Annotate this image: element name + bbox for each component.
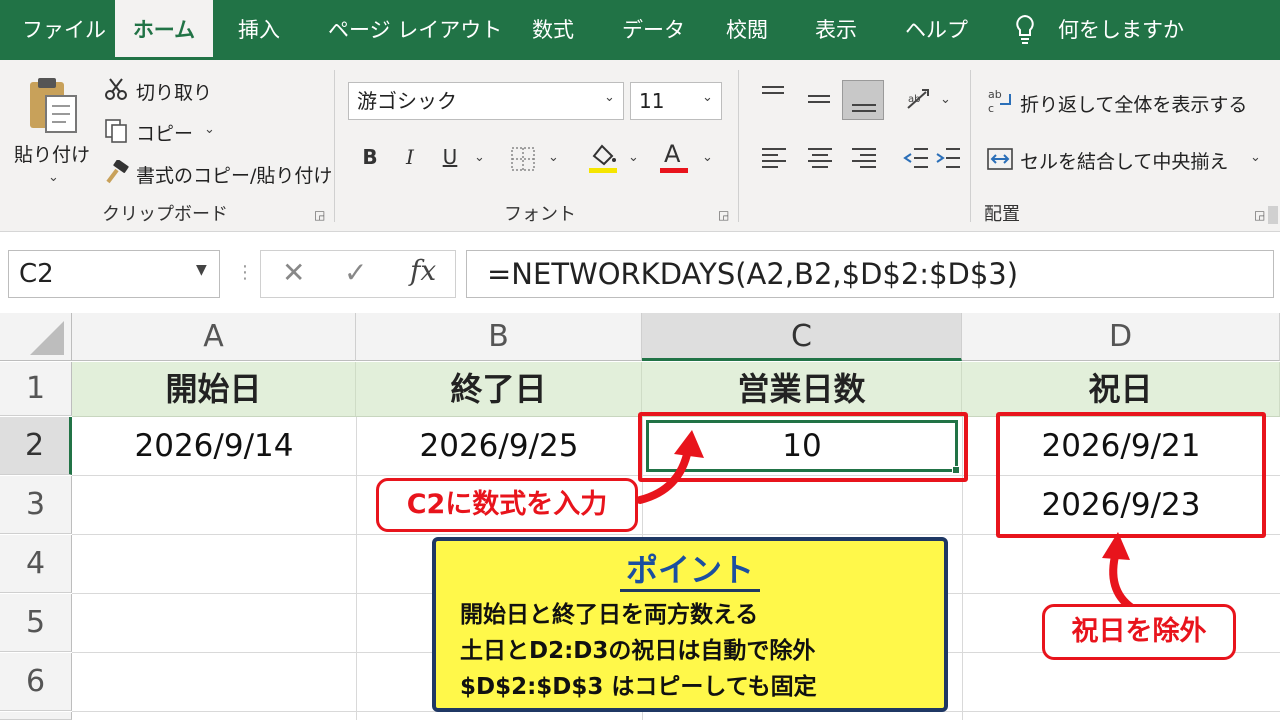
- ribbon-tab-bar: ファイル ホーム 挿入 ページ レイアウト 数式 データ 校閲 表示 ヘルプ 何…: [0, 0, 1280, 60]
- tab-review[interactable]: 校閲: [726, 0, 768, 60]
- cell-c1[interactable]: 営業日数: [642, 362, 962, 416]
- formula-input[interactable]: =NETWORKDAYS(A2,B2,$D$2:$D$3): [466, 250, 1274, 298]
- row-header-2[interactable]: 2: [0, 417, 72, 475]
- font-name-dropdown-icon[interactable]: ⌄: [604, 90, 615, 105]
- bold-button[interactable]: B: [358, 145, 382, 169]
- column-header-b[interactable]: B: [356, 313, 642, 361]
- tab-formulas[interactable]: 数式: [532, 0, 574, 60]
- point-title: ポイント: [619, 551, 760, 592]
- cell-d1[interactable]: 祝日: [962, 362, 1280, 416]
- scissors-icon: [104, 77, 128, 105]
- tab-home[interactable]: ホーム: [115, 0, 213, 60]
- paste-dropdown-icon[interactable]: ⌄: [48, 170, 59, 185]
- confirm-entry-icon[interactable]: ✓: [344, 256, 367, 289]
- cut-button[interactable]: 切り取り: [136, 78, 212, 105]
- name-box-dropdown-icon[interactable]: ▼: [196, 262, 207, 278]
- fill-color-dropdown-icon[interactable]: ⌄: [628, 150, 639, 165]
- row-header-3[interactable]: 3: [0, 476, 72, 534]
- merge-center-button[interactable]: セルを結合して中央揃え: [1020, 147, 1228, 174]
- tab-view[interactable]: 表示: [815, 0, 857, 60]
- cell-a1[interactable]: 開始日: [72, 362, 356, 416]
- decrease-indent-icon[interactable]: [902, 146, 930, 174]
- font-color-dropdown-icon[interactable]: ⌄: [702, 150, 713, 165]
- ribbon-scrollbar[interactable]: [1268, 206, 1278, 224]
- copy-dropdown-icon[interactable]: ⌄: [204, 122, 215, 137]
- row-header-5[interactable]: 5: [0, 594, 72, 652]
- select-all-button[interactable]: [0, 313, 72, 361]
- increase-indent-icon[interactable]: [934, 146, 962, 174]
- align-right-icon[interactable]: [850, 146, 878, 174]
- font-launcher-icon[interactable]: ◲: [718, 208, 729, 222]
- ribbon-separator: [738, 70, 739, 222]
- row-header-1[interactable]: 1: [0, 362, 72, 416]
- align-center-icon[interactable]: [806, 146, 834, 174]
- alignment-group-title: 配置: [984, 204, 1020, 225]
- align-top-icon[interactable]: [760, 84, 786, 108]
- c2-callout-label: C2に数式を入力: [376, 478, 638, 532]
- point-title-wrap: ポイント: [436, 545, 944, 592]
- cell-a2[interactable]: 2026/9/14: [72, 417, 356, 475]
- merge-center-icon[interactable]: [986, 146, 1014, 176]
- ribbon-separator: [970, 70, 971, 222]
- svg-text:ab: ab: [908, 94, 920, 105]
- copy-icon: [104, 118, 128, 148]
- alignment-launcher-icon[interactable]: ◲: [1254, 208, 1265, 222]
- row-header-6[interactable]: 6: [0, 653, 72, 711]
- italic-button[interactable]: I: [398, 145, 422, 169]
- font-size-dropdown-icon[interactable]: ⌄: [702, 90, 713, 105]
- insert-function-button[interactable]: fx: [410, 254, 436, 287]
- format-painter-button[interactable]: 書式のコピー/貼り付け: [136, 161, 332, 188]
- column-header-d[interactable]: D: [962, 313, 1280, 361]
- font-group-title: フォント: [504, 204, 576, 225]
- align-left-icon[interactable]: [760, 146, 788, 174]
- svg-text:ab: ab: [988, 88, 1002, 101]
- orientation-dropdown-icon[interactable]: ⌄: [940, 92, 951, 107]
- align-bottom-icon[interactable]: [842, 80, 884, 120]
- cancel-entry-icon[interactable]: ✕: [282, 256, 305, 289]
- font-color-icon[interactable]: A: [660, 140, 688, 174]
- borders-icon[interactable]: [510, 146, 536, 176]
- formula-bar-grip-icon[interactable]: ⋮: [236, 262, 254, 283]
- clipboard-group-title: クリップボード: [102, 204, 228, 225]
- orientation-icon[interactable]: ab: [904, 86, 934, 118]
- wrap-text-icon[interactable]: ab c: [986, 86, 1014, 118]
- tell-me-search[interactable]: 何をしますか: [1058, 0, 1184, 60]
- font-name-select[interactable]: 游ゴシック: [348, 82, 624, 120]
- row-header-7[interactable]: [0, 712, 72, 720]
- paste-button[interactable]: 貼り付け: [14, 140, 90, 167]
- point-line-3: $D$2:$D$3 はコピーしても固定: [460, 674, 817, 700]
- svg-text:c: c: [988, 102, 994, 114]
- tab-help[interactable]: ヘルプ: [905, 0, 968, 60]
- point-box: ポイント 開始日と終了日を両方数える 土日とD2:D3の祝日は自動で除外 $D$…: [432, 537, 948, 712]
- paste-icon[interactable]: [26, 76, 80, 138]
- name-box[interactable]: C2: [8, 250, 220, 298]
- tab-file[interactable]: ファイル: [22, 0, 106, 60]
- underline-dropdown-icon[interactable]: ⌄: [474, 150, 485, 165]
- cell-b1[interactable]: 終了日: [356, 362, 642, 416]
- holiday-highlight-box: [996, 412, 1266, 538]
- format-painter-icon: [104, 159, 130, 188]
- holiday-callout-label: 祝日を除外: [1042, 604, 1236, 660]
- tab-page-layout[interactable]: ページ レイアウト: [328, 0, 502, 60]
- borders-dropdown-icon[interactable]: ⌄: [548, 150, 559, 165]
- column-header-c[interactable]: C: [642, 313, 962, 361]
- underline-button[interactable]: U: [438, 145, 462, 169]
- wrap-text-button[interactable]: 折り返して全体を表示する: [1020, 90, 1247, 117]
- align-middle-icon[interactable]: [806, 92, 832, 116]
- lightbulb-icon: [1014, 14, 1036, 50]
- point-line-2: 土日とD2:D3の祝日は自動で除外: [460, 638, 816, 664]
- clipboard-launcher-icon[interactable]: ◲: [314, 208, 325, 222]
- copy-button[interactable]: コピー: [136, 119, 193, 146]
- point-line-1: 開始日と終了日を両方数える: [460, 602, 759, 628]
- tab-data[interactable]: データ: [622, 0, 685, 60]
- merge-dropdown-icon[interactable]: ⌄: [1250, 150, 1261, 165]
- tab-insert[interactable]: 挿入: [238, 0, 280, 60]
- column-header-a[interactable]: A: [72, 313, 356, 361]
- row-header-4[interactable]: 4: [0, 535, 72, 593]
- ribbon-separator: [334, 70, 335, 222]
- font-color-letter: A: [664, 140, 681, 168]
- fill-color-icon[interactable]: [588, 142, 618, 178]
